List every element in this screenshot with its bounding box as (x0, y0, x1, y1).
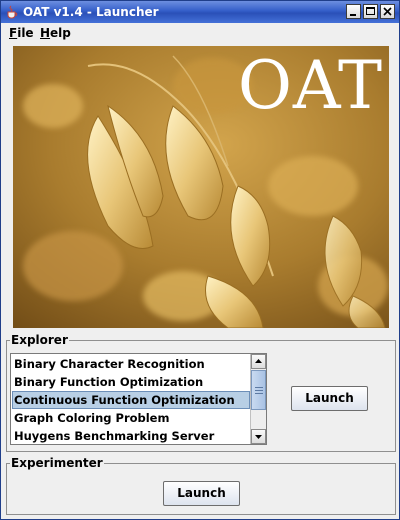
list-scrollbar[interactable] (250, 354, 266, 444)
menu-bar: File Help (1, 23, 399, 43)
grip-line (255, 390, 263, 391)
minimize-icon (350, 14, 356, 16)
scroll-up-button[interactable] (251, 354, 266, 369)
list-item[interactable]: Huygens Benchmarking Server (12, 427, 250, 445)
explorer-list[interactable]: Binary Character Recognition Binary Func… (10, 353, 267, 445)
maximize-icon (366, 7, 375, 15)
experimenter-label: Experimenter (10, 456, 104, 470)
title-bar[interactable]: OAT v1.4 - Launcher (1, 1, 399, 23)
grip-line (255, 387, 263, 388)
banner-image: OAT (13, 46, 389, 328)
experimenter-launch-button[interactable]: Launch (163, 481, 240, 506)
scroll-thumb[interactable] (251, 370, 266, 410)
minimize-button[interactable] (346, 4, 361, 19)
arrow-up-icon (255, 359, 262, 363)
menu-help[interactable]: Help (40, 26, 71, 40)
menu-file[interactable]: File (9, 26, 34, 40)
oat-logo: OAT (237, 47, 383, 124)
launcher-window: OAT v1.4 - Launcher File Help OAT Explor… (0, 0, 400, 520)
grip-line (255, 393, 263, 394)
explorer-label: Explorer (10, 333, 69, 347)
explorer-launch-button[interactable]: Launch (291, 386, 368, 411)
list-item-selected[interactable]: Continuous Function Optimization (12, 391, 250, 409)
arrow-down-icon (255, 435, 262, 439)
window-title: OAT v1.4 - Launcher (23, 5, 159, 19)
explorer-group: Explorer Binary Character Recognition Bi… (6, 333, 396, 452)
maximize-button[interactable] (363, 4, 378, 19)
list-item[interactable]: Binary Character Recognition (12, 355, 250, 373)
scroll-down-button[interactable] (251, 429, 266, 444)
experimenter-group: Experimenter Launch (6, 456, 396, 515)
java-cup-icon (5, 5, 19, 19)
list-item[interactable]: Binary Function Optimization (12, 373, 250, 391)
list-item[interactable]: Graph Coloring Problem (12, 409, 250, 427)
close-icon (383, 7, 392, 16)
close-button[interactable] (380, 4, 395, 19)
